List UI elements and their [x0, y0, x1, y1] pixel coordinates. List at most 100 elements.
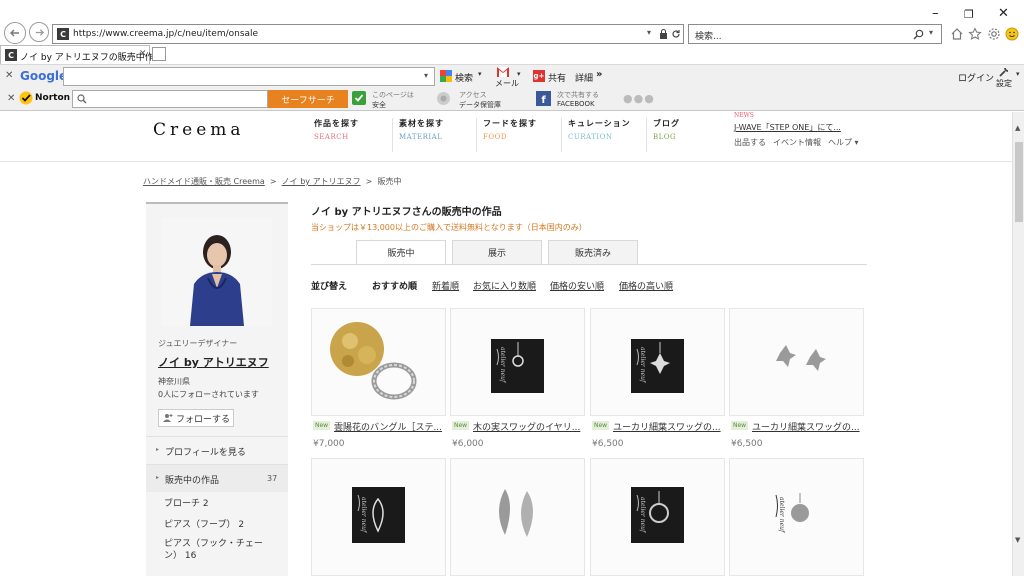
access-line1[interactable]: アクセス	[459, 90, 487, 100]
sort-recommended[interactable]: おすすめ順	[372, 279, 417, 292]
product-image[interactable]: atelier neuf	[590, 458, 725, 576]
product-title[interactable]: ユーカリ細葉スワッグの...	[613, 420, 721, 433]
sort-price-high[interactable]: 価格の高い順	[619, 279, 673, 292]
page-scrollbar[interactable]: ▲ ▼	[1012, 112, 1024, 576]
scroll-up-icon[interactable]: ▲	[1015, 124, 1020, 132]
tab-close-icon[interactable]: ✕	[139, 49, 147, 59]
product-image[interactable]: atelier neuf	[450, 308, 585, 416]
more-chevron-icon[interactable]: »	[596, 69, 602, 80]
product-image[interactable]: atelier neuf	[729, 458, 864, 576]
facebook-icon[interactable]: f	[536, 91, 551, 106]
back-button[interactable]	[4, 22, 26, 44]
product-image[interactable]: atelier neuf	[590, 308, 725, 416]
category-link[interactable]: ブローチ 2	[164, 496, 209, 509]
product-title[interactable]: 木の実スワッグのイヤリ...	[473, 420, 580, 433]
address-dropdown-icon[interactable]: ▾	[647, 28, 651, 37]
forward-button[interactable]	[29, 22, 49, 42]
category-link[interactable]: ピアス（フープ） 2	[164, 517, 244, 530]
more-button[interactable]: 詳細	[575, 71, 593, 84]
sort-favorites[interactable]: お気に入り数順	[473, 279, 536, 292]
share-gplus-icon[interactable]: g+	[533, 70, 545, 82]
refresh-icon[interactable]	[671, 29, 681, 39]
tab-exhibit[interactable]: 展示	[452, 240, 542, 264]
close-window-icon[interactable]: ✕	[998, 6, 1009, 21]
product-title[interactable]: 雲陽花のバングル［ステ...	[334, 420, 442, 433]
browser-tab[interactable]: C ノイ by アトリエヌフの販売中作... ✕	[0, 45, 162, 64]
address-url[interactable]: https://www.creema.jp/c/neu/item/onsale	[73, 29, 258, 39]
board-script-text: atelier neuf	[499, 347, 506, 384]
google-dropdown-icon[interactable]: ▾	[424, 71, 428, 80]
shipping-note: 当ショップは￥13,000以上のご購入で送料無料となります（日本国内のみ）	[311, 223, 587, 232]
page-safe-line2: 安全	[372, 101, 386, 109]
util-link-events[interactable]: イベント情報	[773, 137, 821, 148]
minimize-icon[interactable]: –	[932, 6, 939, 21]
news-label: NEWS	[734, 112, 754, 119]
nav-item[interactable]: 作品を探す SEARCH	[308, 118, 388, 152]
category-link[interactable]: ピアス（フック・チェーン） 16	[164, 538, 270, 562]
settings-dropdown-icon[interactable]: ▾	[1016, 70, 1020, 78]
scrollbar-thumb[interactable]	[1015, 142, 1023, 222]
google-login-button[interactable]: ログイン	[958, 71, 994, 84]
sort-newest[interactable]: 新着順	[432, 279, 459, 292]
profile-photo[interactable]	[162, 218, 272, 326]
sort-price-low[interactable]: 価格の安い順	[550, 279, 604, 292]
product-image[interactable]	[311, 308, 446, 416]
share-facebook-line1[interactable]: 次で共有する	[557, 90, 599, 100]
follow-button[interactable]: フォローする	[158, 409, 234, 427]
scroll-down-icon[interactable]: ▼	[1015, 536, 1020, 544]
nav-item[interactable]: 素材を探す MATERIAL	[392, 118, 472, 152]
sidebar-item-onsale[interactable]: ▸ 販売中の作品 37	[146, 464, 288, 492]
breadcrumb-home[interactable]: ハンドメイド通販・販売 Creema	[143, 177, 265, 186]
google-search-dropdown-icon[interactable]: ▾	[478, 70, 482, 78]
util-link-sell[interactable]: 出品する	[734, 137, 766, 148]
vault-icon[interactable]	[436, 91, 451, 106]
google-search-icon[interactable]	[440, 70, 452, 82]
safe-search-button[interactable]: セーフサーチ	[268, 90, 348, 108]
wrench-icon[interactable]	[998, 66, 1010, 78]
new-tab-button[interactable]	[152, 47, 166, 61]
search-dropdown-icon[interactable]: ▾	[929, 28, 933, 37]
gmail-dropdown-icon[interactable]: ▾	[517, 70, 521, 78]
product-image[interactable]: atelier neuf	[311, 458, 446, 576]
site-logo[interactable]: Creema	[153, 120, 245, 140]
restore-icon[interactable]: ❐	[964, 8, 974, 21]
norton-close-icon[interactable]: ✕	[7, 93, 15, 104]
browser-search-placeholder[interactable]: 検索...	[695, 29, 722, 42]
more-dots-icon[interactable]: ●●●	[623, 92, 655, 105]
util-link-help[interactable]: ヘルプ ▾	[828, 137, 859, 148]
tab-sold[interactable]: 販売済み	[548, 240, 638, 264]
google-search-input[interactable]: ▾	[63, 67, 435, 86]
smiley-feedback-icon[interactable]	[1005, 27, 1019, 41]
profile-name[interactable]: ノイ by アトリエヌフ	[158, 354, 269, 370]
toolbar-close-icon[interactable]: ✕	[5, 70, 13, 81]
home-icon[interactable]	[950, 27, 964, 41]
address-bar[interactable]: C https://www.creema.jp/c/neu/item/onsal…	[52, 24, 684, 44]
share-button[interactable]: 共有	[548, 71, 566, 84]
favorites-star-icon[interactable]	[968, 27, 982, 41]
breadcrumb-separator: >	[363, 177, 375, 186]
google-search-button[interactable]: 検索	[455, 71, 473, 84]
share-facebook-line2[interactable]: FACEBOOK	[557, 100, 595, 108]
nav-item[interactable]: ブログ BLOG	[646, 118, 726, 152]
norton-search-input[interactable]	[72, 90, 268, 108]
gear-icon[interactable]	[987, 27, 1001, 41]
product-image[interactable]	[450, 458, 585, 576]
nav-item[interactable]: フードを探す FOOD	[476, 118, 556, 152]
search-icon[interactable]	[913, 29, 924, 40]
sidebar-item-profile[interactable]: ▸ プロフィールを見る	[146, 436, 288, 464]
product-image[interactable]	[729, 308, 864, 416]
new-badge: New	[592, 421, 610, 430]
round-pendant-board-photo: atelier neuf	[591, 459, 724, 575]
tab-onsale[interactable]: 販売中	[356, 240, 446, 264]
news-link[interactable]: J-WAVE「STEP ONE」にて...	[734, 122, 841, 133]
product-title[interactable]: ユーカリ細葉スワッグの...	[752, 420, 860, 433]
browser-search-box[interactable]: 検索... ▾	[688, 24, 942, 44]
breadcrumb-shop[interactable]: ノイ by アトリエヌフ	[282, 177, 361, 186]
nav-item-sublabel: FOOD	[483, 133, 507, 141]
breadcrumb-current: 販売中	[377, 177, 402, 186]
access-line2[interactable]: データ保管庫	[459, 100, 501, 110]
nav-item[interactable]: キュレーション CURATION	[561, 118, 641, 152]
gmail-icon[interactable]	[497, 67, 509, 77]
nav-item-label: キュレーション	[568, 118, 631, 128]
profile-followers[interactable]: 0人にフォローされています	[158, 389, 259, 400]
